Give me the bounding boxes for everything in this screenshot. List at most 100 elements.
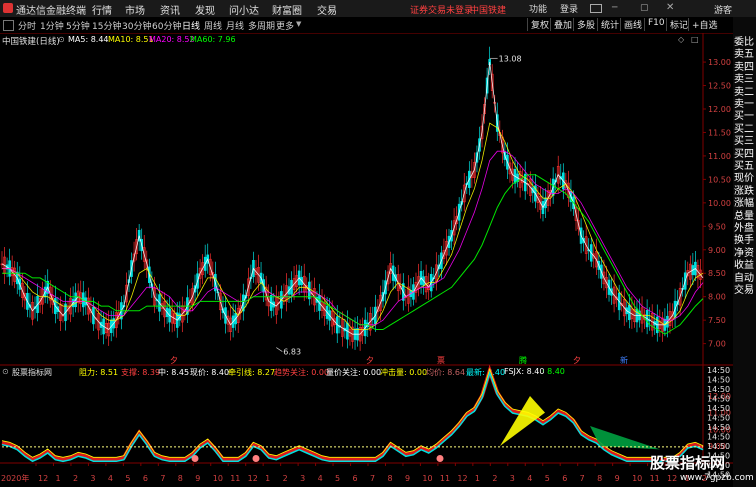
indicator-red-band xyxy=(1,364,704,462)
menu-bar: 通达信金融终端 行情 市场 资讯 发现 问小达 财富圈 交易 证券交易未登录 中… xyxy=(0,0,756,18)
orderbook-label: 换手 xyxy=(734,235,754,247)
x-tick-label: 4 xyxy=(318,474,323,483)
x-tick-label: 9 xyxy=(195,474,200,483)
ma-line-ma10 xyxy=(2,122,704,330)
y-tick-label: 9.50 xyxy=(708,222,726,231)
tab-daily[interactable]: 日线 xyxy=(182,19,200,32)
x-tick-label: 6 xyxy=(353,474,358,483)
menu-item-wealth[interactable]: 财富圈 xyxy=(272,2,302,17)
menu-item-news[interactable]: 资讯 xyxy=(160,2,180,17)
window-close-icon[interactable]: ✕ xyxy=(666,2,674,13)
x-tick-label: 11 xyxy=(440,474,450,483)
time-label: 14:50 xyxy=(707,423,730,432)
f10-button[interactable]: F10 xyxy=(644,18,665,31)
more-chevron-icon[interactable]: ▼ xyxy=(296,20,301,28)
tab-30min[interactable]: 30分钟 xyxy=(122,19,151,32)
orderbook-label: 总量 xyxy=(734,210,754,222)
multi-stock-button[interactable]: 多股 xyxy=(573,18,595,31)
time-label: 14:50 xyxy=(707,395,730,404)
menu-item-trade[interactable]: 交易 xyxy=(317,2,337,17)
fuquan-button[interactable]: 复权 xyxy=(527,18,549,31)
menu-item-hq[interactable]: 行情 xyxy=(92,2,112,17)
tab-1min[interactable]: 1分钟 xyxy=(40,19,64,32)
time-label: 14:50 xyxy=(707,366,730,375)
tab-weekly[interactable]: 周线 xyxy=(204,19,222,32)
orderbook-label: 收益 xyxy=(734,260,754,272)
tab-monthly[interactable]: 月线 xyxy=(226,19,244,32)
tab-15min[interactable]: 15分钟 xyxy=(92,19,121,32)
y-tick-label: 12.50 xyxy=(708,82,731,91)
add-watchlist-button[interactable]: +自选 xyxy=(688,18,718,31)
orderbook-label: 涨跌 xyxy=(734,185,754,197)
watermark-title: 股票指标网 xyxy=(650,454,726,472)
stats-button[interactable]: 统计 xyxy=(597,18,619,31)
x-tick-label: 11 xyxy=(230,474,240,483)
x-tick-label: 7 xyxy=(370,474,375,483)
x-tick-label: 6 xyxy=(143,474,148,483)
indicator-pink-dot xyxy=(252,455,260,462)
orderbook-label: 涨幅 xyxy=(734,198,754,210)
indicator-pink-dot xyxy=(191,455,199,462)
orderbook-label: 买一 xyxy=(734,111,754,123)
x-tick-label: 10 xyxy=(422,474,432,483)
x-tick-label: 1 xyxy=(475,474,480,483)
x-tick-label: 8 xyxy=(178,474,183,483)
tab-5min[interactable]: 5分钟 xyxy=(66,19,90,32)
tab-fenshi[interactable]: 分时 xyxy=(18,19,36,32)
menu-item-discover[interactable]: 发现 xyxy=(195,2,215,17)
window-min-icon[interactable]: ─ xyxy=(612,3,617,13)
x-tick-label: 8 xyxy=(387,474,392,483)
orderbook-label: 买五 xyxy=(734,161,754,172)
y-tick-label: 10.50 xyxy=(708,175,731,184)
overlay-button[interactable]: 叠加 xyxy=(550,18,572,31)
x-tick-label: 4 xyxy=(527,474,532,483)
window-restore-icon[interactable]: ▢ xyxy=(640,3,649,13)
menu-item-market[interactable]: 市场 xyxy=(125,2,145,17)
x-tick-label: 12 xyxy=(38,474,48,483)
event-marker: 夕 xyxy=(366,355,374,365)
orderbook-label: 卖一 xyxy=(734,99,754,110)
tab-multi-period[interactable]: 多周期 xyxy=(248,19,275,32)
function-menu[interactable]: 功能 xyxy=(529,2,547,15)
login-notice[interactable]: 证券交易未登录 xyxy=(410,3,473,16)
x-tick-label: 7 xyxy=(580,474,585,483)
x-tick-label: 1 xyxy=(55,474,60,483)
time-label: 14:50 xyxy=(707,442,730,451)
x-tick-label: 3 xyxy=(510,474,515,483)
guest-label[interactable]: 游客 xyxy=(714,3,732,16)
orderbook-label[interactable]: 自动 xyxy=(734,273,754,285)
x-tick-label: 6 xyxy=(562,474,567,483)
orderbook-label: 买二 xyxy=(734,123,754,135)
login-button[interactable]: 登录 xyxy=(560,2,578,15)
stock-link[interactable]: 中国铁建 xyxy=(470,3,506,16)
indicator-pink-dot xyxy=(436,455,444,462)
orderbook-label: 卖五 xyxy=(734,49,754,61)
event-marker: 夕 xyxy=(573,355,581,365)
x-tick-label: 7 xyxy=(160,474,165,483)
x-tick-label: 3 xyxy=(300,474,305,483)
high-price-label: 13.08 xyxy=(499,54,522,63)
tab-more[interactable]: 更多 xyxy=(276,19,294,32)
envelope-icon[interactable] xyxy=(590,4,602,13)
grid-icon[interactable] xyxy=(3,20,14,31)
y-tick-label: 12.00 xyxy=(708,105,731,114)
orderbook-panel: 委比 卖五 卖四 卖三 卖二 卖一 买一 买二 买三 买四 买五 现价 涨跌 涨幅 总量 外盘 换手 净资 收益 自动… xyxy=(733,17,756,487)
low-price-label: 6.83 xyxy=(283,348,301,357)
y-tick-label: 9.00 xyxy=(708,246,726,255)
ma-line-ma60 xyxy=(2,174,704,335)
y-tick-label: 8.50 xyxy=(708,269,726,278)
time-label: 14:50 xyxy=(707,433,730,442)
orderbook-label: 净资 xyxy=(734,247,754,259)
menu-item-ask[interactable]: 问小达 xyxy=(229,2,259,17)
x-tick-label: 2 xyxy=(283,474,288,483)
y-tick-label: 8.00 xyxy=(708,293,726,302)
orderbook-label[interactable]: 交易 xyxy=(734,285,754,297)
indicator-cyan-line xyxy=(1,370,704,463)
watermark: 股票指标网 www.7gpzb.com xyxy=(650,452,756,487)
tab-60min[interactable]: 60分钟 xyxy=(152,19,181,32)
ma-line-ma5 xyxy=(1,62,704,335)
y-tick-label: 10.00 xyxy=(708,199,731,208)
mark-button[interactable]: 标记 xyxy=(666,18,688,31)
chart-area[interactable]: 13.00 12.50 12.00 11.50 11.00 10.50 10.00 9.50 9… xyxy=(0,33,733,487)
draw-line-button[interactable]: 画线 xyxy=(620,18,642,31)
